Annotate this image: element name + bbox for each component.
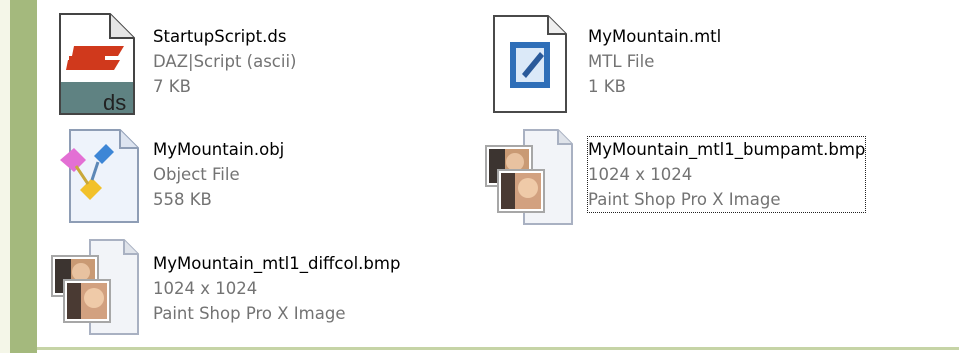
file-type: Paint Shop Pro X Image — [153, 304, 346, 323]
daz-script-file-icon: ds — [58, 12, 138, 116]
status-divider — [37, 347, 959, 350]
file-info: StartupScript.ds DAZ|Script (ascii) 7 KB — [153, 24, 297, 99]
icon-badge-label: ds — [103, 90, 126, 115]
file-info: MyMountain.mtl MTL File 1 KB — [588, 24, 721, 99]
explorer-sidebar-strip — [10, 0, 37, 353]
file-info: MyMountain_mtl1_bumpamt.bmp 1024 x 1024 … — [586, 136, 867, 213]
mtl-document-icon — [490, 12, 570, 116]
file-info: MyMountain.obj Object File 558 KB — [153, 137, 284, 212]
file-dimensions: 1024 x 1024 — [153, 279, 258, 298]
file-name: MyMountain_mtl1_diffcol.bmp — [153, 254, 401, 273]
file-size: 7 KB — [153, 77, 191, 96]
window-edge — [0, 0, 10, 353]
file-type: MTL File — [588, 52, 655, 71]
file-info: MyMountain_mtl1_diffcol.bmp 1024 x 1024 … — [153, 251, 400, 326]
object-file-icon — [54, 128, 140, 224]
file-dimensions: 1024 x 1024 — [588, 165, 693, 184]
file-tile-diffcol-bmp[interactable]: MyMountain_mtl1_diffcol.bmp 1024 x 1024 … — [50, 238, 470, 342]
file-tile-mymountain-mtl[interactable]: MyMountain.mtl MTL File 1 KB — [490, 12, 910, 116]
file-type: DAZ|Script (ascii) — [153, 52, 297, 71]
file-size: 558 KB — [153, 190, 212, 209]
file-tile-startupscript[interactable]: ds StartupScript.ds DAZ|Script (ascii) 7… — [58, 12, 448, 116]
file-tile-mymountain-obj[interactable]: MyMountain.obj Object File 558 KB — [50, 124, 448, 228]
file-size: 1 KB — [588, 77, 626, 96]
file-name: MyMountain.obj — [153, 140, 285, 159]
file-type: Object File — [153, 165, 240, 184]
file-name: StartupScript.ds — [153, 27, 287, 46]
file-name: MyMountain.mtl — [588, 27, 722, 46]
file-name: MyMountain_mtl1_bumpamt.bmp — [588, 140, 866, 159]
file-tile-bumpamt-bmp[interactable]: MyMountain_mtl1_bumpamt.bmp 1024 x 1024 … — [484, 128, 924, 232]
bmp-image-file-icon — [484, 128, 574, 228]
file-type: Paint Shop Pro X Image — [588, 190, 781, 209]
bmp-image-file-icon — [50, 238, 140, 338]
